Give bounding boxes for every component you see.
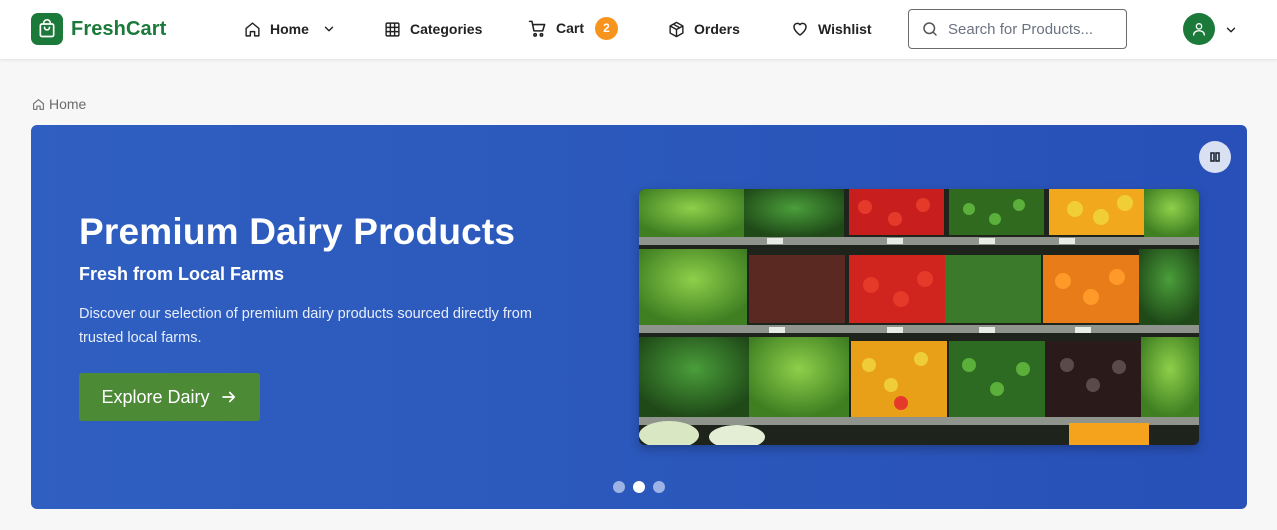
brand-logo[interactable]: FreshCart <box>31 13 166 45</box>
nav-orders[interactable]: Orders <box>668 18 740 40</box>
nav-wishlist-label: Wishlist <box>818 21 872 37</box>
cart-count-badge: 2 <box>595 16 619 40</box>
home-icon <box>33 98 44 110</box>
nav-cart[interactable]: Cart 2 <box>528 16 619 40</box>
search-box[interactable] <box>908 9 1127 49</box>
account-chevron-down-icon[interactable] <box>1224 23 1238 37</box>
nav-wishlist[interactable]: Wishlist <box>791 18 872 40</box>
nav-home-label: Home <box>270 21 309 37</box>
brand-name: FreshCart <box>71 17 167 40</box>
hero-image <box>639 189 1199 445</box>
nav-home[interactable]: Home <box>244 18 336 40</box>
grid-icon <box>385 21 400 37</box>
search-input[interactable] <box>948 20 1108 38</box>
heart-icon <box>793 22 807 36</box>
carousel-pause-button[interactable] <box>1199 141 1231 173</box>
carousel-indicators <box>613 481 665 493</box>
pause-icon <box>1210 152 1220 162</box>
shopping-bag-icon <box>31 13 63 45</box>
hero-subtitle: Fresh from Local Farms <box>79 264 285 284</box>
hero-description: Discover our selection of premium dairy … <box>79 306 532 346</box>
hero-carousel: Premium Dairy Products Fresh from Local … <box>31 125 1247 509</box>
nav-cart-label: Cart <box>556 20 585 36</box>
explore-dairy-button-label: Explore Dairy <box>101 386 210 407</box>
breadcrumb: Home <box>32 96 86 112</box>
user-avatar[interactable] <box>1183 13 1215 45</box>
package-icon <box>669 21 684 37</box>
search-icon <box>923 22 937 36</box>
top-navbar: FreshCart Home Categories Cart 2 Orders <box>0 0 1277 59</box>
produce-shelf-photo-icon <box>639 189 1199 445</box>
explore-dairy-button[interactable]: Explore Dairy <box>79 373 260 421</box>
carousel-dot-1[interactable] <box>613 481 625 493</box>
hero-title: Premium Dairy Products <box>79 211 516 252</box>
cart-icon <box>528 20 546 37</box>
nav-categories[interactable]: Categories <box>384 18 482 40</box>
carousel-dot-2[interactable] <box>633 481 645 493</box>
arrow-right-icon <box>221 391 235 403</box>
nav-categories-label: Categories <box>410 21 483 37</box>
user-icon <box>1193 23 1205 36</box>
breadcrumb-home-link[interactable]: Home <box>49 96 86 112</box>
nav-orders-label: Orders <box>694 21 740 37</box>
carousel-dot-3[interactable] <box>653 481 665 493</box>
home-icon <box>245 21 260 37</box>
chevron-down-icon <box>324 26 334 32</box>
